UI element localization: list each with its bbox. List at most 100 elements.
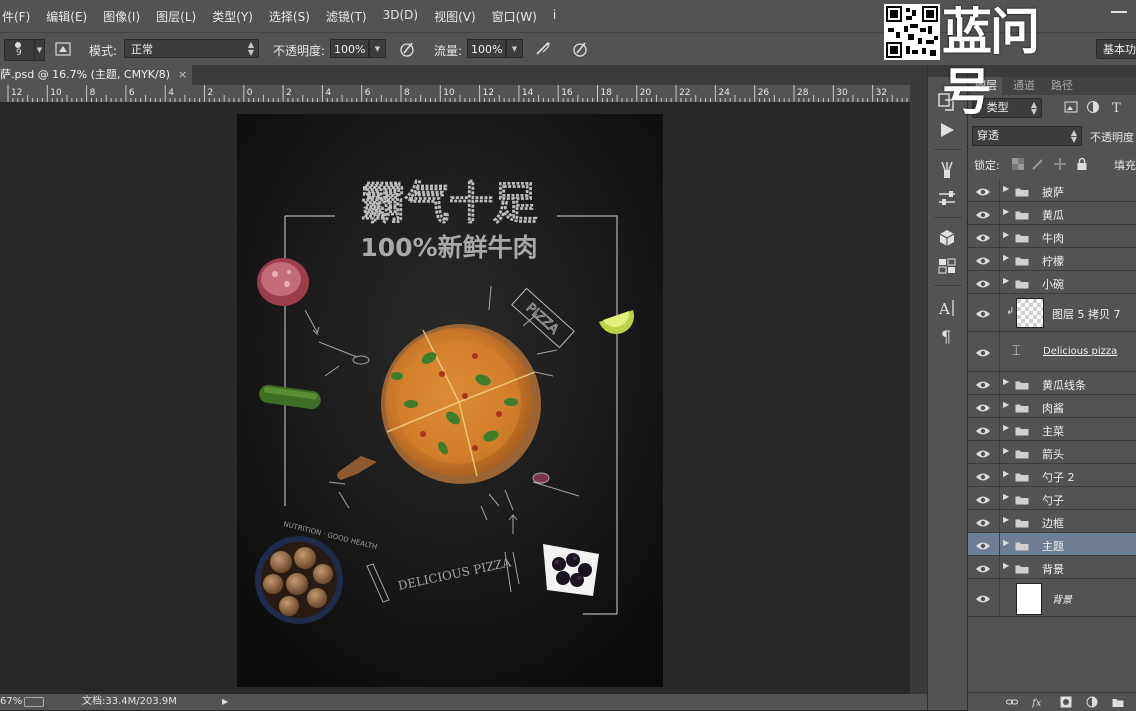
adjustment-layer-icon[interactable] xyxy=(1086,696,1098,708)
expand-arrow-icon[interactable]: ▶ xyxy=(1003,377,1009,386)
brush-preset-dropdown[interactable]: ▼ xyxy=(34,39,45,61)
layer-row[interactable]: ▶ 主题 xyxy=(968,533,1136,556)
minimize-button[interactable] xyxy=(1104,0,1134,16)
layer-row[interactable]: 背景 xyxy=(968,579,1136,617)
expand-arrow-icon[interactable]: ▶ xyxy=(1003,515,1009,524)
opacity-input[interactable]: 100% xyxy=(330,39,369,58)
expand-arrow-icon[interactable]: ▶ xyxy=(1003,184,1009,193)
visibility-eye-icon[interactable] xyxy=(975,379,991,389)
lock-transparent-icon[interactable] xyxy=(1012,158,1024,170)
filter-type-icon[interactable]: T xyxy=(1110,100,1124,114)
menu-item[interactable]: 滤镜(T) xyxy=(318,8,375,25)
layer-row[interactable]: ▶ 黄瓜线条 xyxy=(968,372,1136,395)
opacity-dropdown[interactable]: ▼ xyxy=(369,39,386,58)
layer-row[interactable]: ⌶ Delicious pizza xyxy=(968,332,1136,372)
visibility-eye-icon[interactable] xyxy=(975,232,991,242)
new-group-icon[interactable] xyxy=(1112,696,1124,708)
layer-row[interactable]: ▶ 小碗 xyxy=(968,271,1136,294)
menu-item[interactable]: 类型(Y) xyxy=(204,8,261,25)
menu-item[interactable]: 3D(D) xyxy=(375,8,426,25)
menu-item[interactable]: 图层(L) xyxy=(148,8,204,25)
menu-item[interactable]: i xyxy=(545,8,564,25)
layer-row[interactable]: ▶ 牛肉 xyxy=(968,225,1136,248)
visibility-eye-icon[interactable] xyxy=(975,278,991,288)
layer-row[interactable]: ↲ 图层 5 拷贝 7 xyxy=(968,294,1136,332)
blend-mode-select[interactable]: 穿透 ▲ ▼ xyxy=(972,126,1082,146)
pressure-opacity-icon[interactable] xyxy=(398,40,416,58)
link-layers-icon[interactable] xyxy=(1006,696,1018,708)
layer-row[interactable]: ▶ 背景 xyxy=(968,556,1136,579)
status-menu-arrow[interactable]: ▶ xyxy=(222,694,228,710)
airbrush-icon[interactable] xyxy=(534,40,552,58)
visibility-eye-icon[interactable] xyxy=(975,448,991,458)
expand-arrow-icon[interactable]: ▶ xyxy=(1003,423,1009,432)
document-canvas[interactable]: 霸气十足 100%新鲜牛肉 PIZZA NUTRITION · GOOD HEA… xyxy=(237,114,663,687)
expand-arrow-icon[interactable]: ▶ xyxy=(1003,492,1009,501)
layer-row[interactable]: ▶ 主菜 xyxy=(968,418,1136,441)
expand-arrow-icon[interactable]: ▶ xyxy=(1003,446,1009,455)
horizontal-ruler[interactable]: 12 10 8 6 4 2 0 2 4 6 8 10 12 14 16 18 20 22 24 26 28 30 32 xyxy=(0,85,910,103)
zoom-level[interactable]: 67% xyxy=(0,694,22,710)
expand-arrow-icon[interactable]: ▶ xyxy=(1003,561,1009,570)
visibility-eye-icon[interactable] xyxy=(975,209,991,219)
menu-item[interactable]: 视图(V) xyxy=(426,8,484,25)
lock-all-icon[interactable] xyxy=(1076,157,1088,170)
filter-adjustment-icon[interactable] xyxy=(1086,100,1100,114)
visibility-eye-icon[interactable] xyxy=(975,563,991,573)
visibility-eye-icon[interactable] xyxy=(975,255,991,265)
layer-row[interactable]: ▶ 勺子 xyxy=(968,487,1136,510)
proof-icon[interactable] xyxy=(24,697,44,707)
actions-play-icon[interactable] xyxy=(936,119,958,141)
visibility-eye-icon[interactable] xyxy=(975,471,991,481)
visibility-eye-icon[interactable] xyxy=(975,593,991,603)
layer-row[interactable]: ▶ 柠檬 xyxy=(968,248,1136,271)
layer-row[interactable]: ▶ 箭头 xyxy=(968,441,1136,464)
brush-preset-picker[interactable]: 9 xyxy=(4,39,36,61)
flow-input[interactable]: 100% xyxy=(467,39,506,58)
menu-item[interactable]: 件(F) xyxy=(0,8,38,25)
properties-icon[interactable] xyxy=(936,255,958,277)
brush-presets-icon[interactable] xyxy=(936,159,958,181)
paragraph-icon[interactable]: ¶ xyxy=(936,325,958,347)
layer-style-icon[interactable]: fx xyxy=(1032,696,1044,708)
layer-row[interactable]: ▶ 勺子 2 xyxy=(968,464,1136,487)
clone-source-icon[interactable] xyxy=(936,187,958,209)
layer-row[interactable]: ▶ 黄瓜 xyxy=(968,202,1136,225)
lock-pixels-icon[interactable] xyxy=(1032,158,1044,170)
vertical-scrollbar[interactable] xyxy=(910,85,927,694)
visibility-eye-icon[interactable] xyxy=(975,425,991,435)
3d-cube-icon[interactable] xyxy=(936,227,958,249)
layer-list[interactable]: ▶ 披萨 ▶ 黄瓜 ▶ 牛肉 ▶ 柠檬 ▶ 小碗 ↲ 图层 5 拷贝 7 ⌶ Delicious pizz… xyxy=(968,179,1136,690)
visibility-eye-icon[interactable] xyxy=(975,402,991,412)
close-tab-icon[interactable]: × xyxy=(178,65,187,85)
character-icon[interactable]: A xyxy=(936,297,958,319)
workspace-switcher[interactable]: 基本功能 xyxy=(1096,39,1136,59)
canvas-area[interactable]: 霸气十足 100%新鲜牛肉 PIZZA NUTRITION · GOOD HEA… xyxy=(0,102,910,694)
visibility-eye-icon[interactable] xyxy=(975,494,991,504)
expand-arrow-icon[interactable]: ▶ xyxy=(1003,538,1009,547)
visibility-eye-icon[interactable] xyxy=(975,347,991,357)
visibility-eye-icon[interactable] xyxy=(975,540,991,550)
menu-item[interactable]: 图像(I) xyxy=(95,8,148,25)
visibility-eye-icon[interactable] xyxy=(975,517,991,527)
layer-row[interactable]: ▶ 披萨 xyxy=(968,179,1136,202)
mode-select[interactable]: 正常 ▲ ▼ xyxy=(124,39,259,58)
expand-arrow-icon[interactable]: ▶ xyxy=(1003,253,1009,262)
document-tab[interactable]: 萨.psd @ 16.7% (主题, CMYK/8) × xyxy=(0,65,192,85)
menu-item[interactable]: 选择(S) xyxy=(261,8,318,25)
flow-dropdown[interactable]: ▼ xyxy=(506,39,523,58)
visibility-eye-icon[interactable] xyxy=(975,186,991,196)
expand-arrow-icon[interactable]: ▶ xyxy=(1003,276,1009,285)
expand-arrow-icon[interactable]: ▶ xyxy=(1003,469,1009,478)
menu-item[interactable]: 窗口(W) xyxy=(484,8,545,25)
expand-arrow-icon[interactable]: ▶ xyxy=(1003,400,1009,409)
pressure-size-icon[interactable] xyxy=(571,40,589,58)
visibility-eye-icon[interactable] xyxy=(975,308,991,318)
brush-panel-icon[interactable] xyxy=(54,40,72,58)
menu-item[interactable]: 编辑(E) xyxy=(38,8,95,25)
layer-row[interactable]: ▶ 边框 xyxy=(968,510,1136,533)
layer-mask-icon[interactable] xyxy=(1060,696,1072,708)
lock-position-icon[interactable] xyxy=(1054,158,1066,170)
expand-arrow-icon[interactable]: ▶ xyxy=(1003,230,1009,239)
layer-row[interactable]: ▶ 肉酱 xyxy=(968,395,1136,418)
